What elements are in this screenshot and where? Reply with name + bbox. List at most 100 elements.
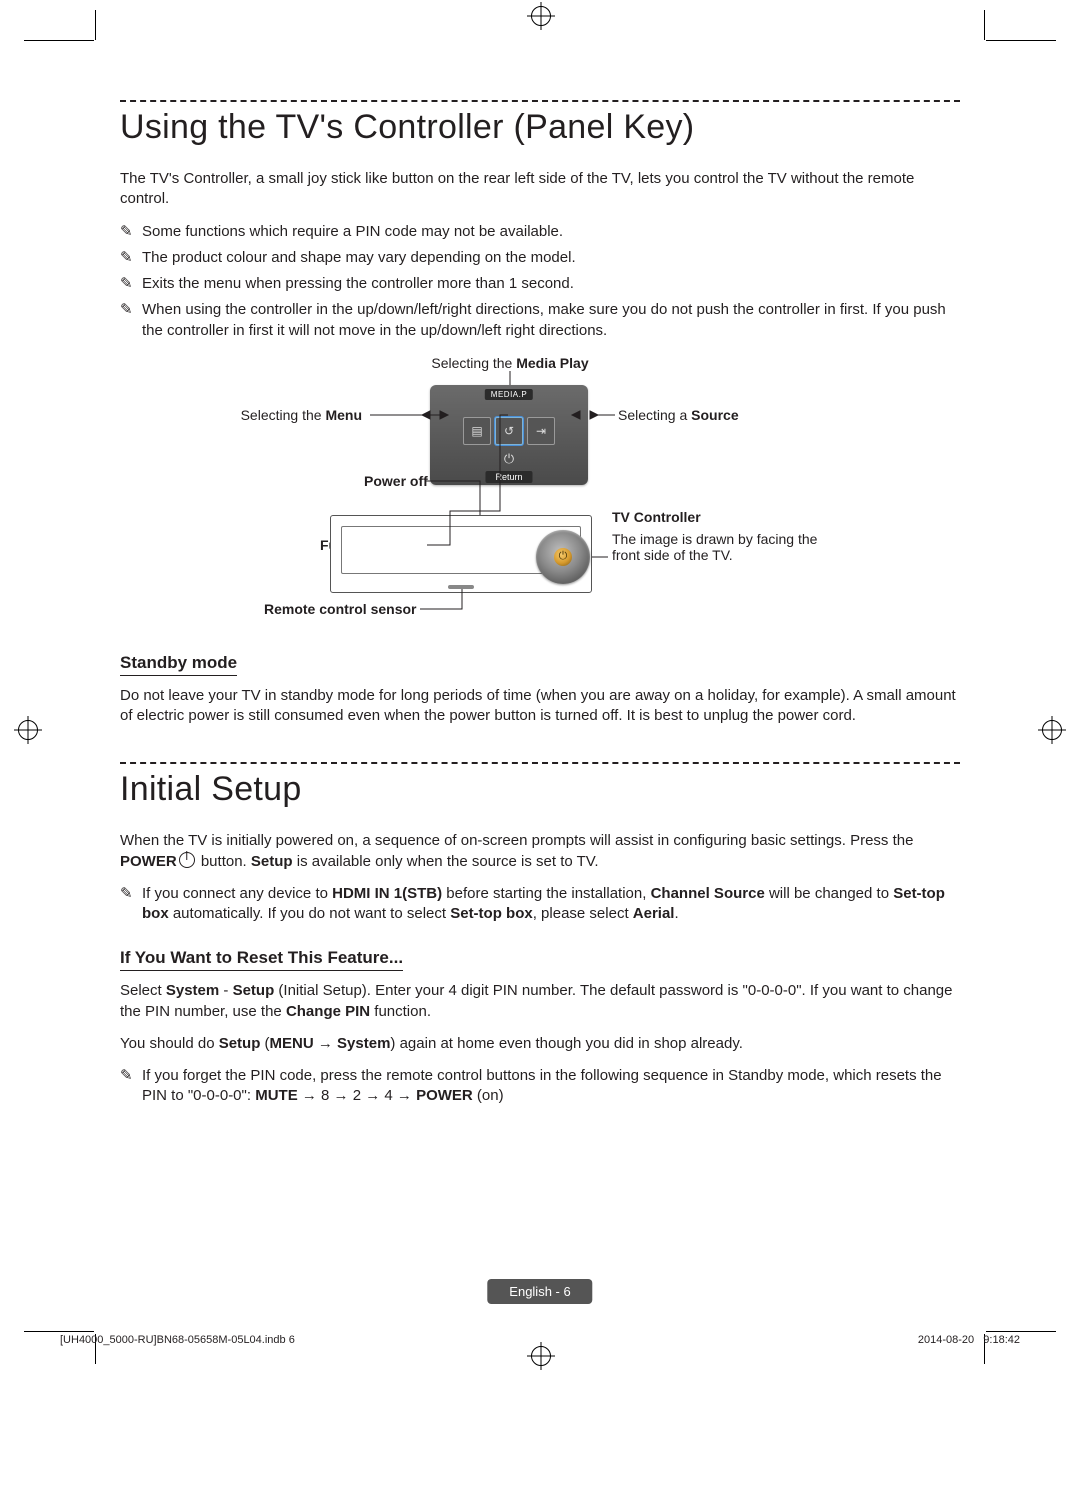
footer-time: 9:18:42 [983,1334,1020,1346]
label-remote-sensor: Remote control sensor [264,601,416,617]
text: ) again at home even though you did in s… [390,1035,742,1052]
page-content: Using the TV's Controller (Panel Key) Th… [120,100,960,1113]
text-bold: Channel Source [651,885,765,902]
text-bold: Setup [219,1035,261,1052]
label-menu: Selecting the Menu [202,407,362,423]
text: When the TV is initially powered on, a s… [120,832,913,849]
label-power-off: Power off [364,473,428,489]
divider [120,100,960,102]
registration-mark-bottom [531,1346,551,1366]
footer-meta: [UH4000_5000-RU]BN68-05658M-05L04.indb 6… [60,1334,1020,1346]
power-icon [179,852,195,868]
controller-diagram: Selecting the Media Play Selecting the M… [120,355,960,625]
note-text: Exits the menu when pressing the control… [142,274,574,294]
osd-power-icon: ⏻ [504,451,514,467]
footer-page-label: English - 6 [487,1279,592,1304]
note-text: Some functions which require a PIN code … [142,222,563,242]
note-text: When using the controller in the up/down… [142,300,960,341]
label-text-bold: Media Play [516,355,588,371]
text: before starting the installation, [442,885,650,902]
note-item: ✎ If you forget the PIN code, press the … [120,1066,960,1107]
standby-paragraph: Do not leave your TV in standby mode for… [120,686,960,727]
text-bold: Set-top box [450,905,533,922]
label-media-play: Selecting the Media Play [410,355,610,371]
text: Select [120,982,166,999]
osd-source-icon: ⇥ [527,417,555,445]
power-icon: ⏻ [554,548,572,566]
footer-date: 2014-08-20 [918,1334,974,1346]
divider [120,762,960,764]
text-bold: MENU → System [270,1035,391,1052]
text: ( [260,1035,269,1052]
text: is available only when the source is set… [293,853,599,870]
crop-mark [95,10,96,40]
note-item: ✎The product colour and shape may vary d… [120,248,960,268]
crop-mark [984,10,985,40]
label-text: Selecting the [431,355,516,371]
reset-paragraph-2: You should do Setup (MENU → System) agai… [120,1034,960,1054]
section-heading-initial-setup: Initial Setup [120,770,960,809]
registration-mark-top [531,6,551,26]
remote-sensor-graphic [448,585,474,589]
note-item: ✎ If you connect any device to HDMI IN 1… [120,884,960,925]
note-icon: ✎ [120,1066,142,1107]
registration-mark-right [1042,720,1062,740]
text: function. [370,1003,431,1020]
osd-menu: MEDIA.P ▤ ↺ ⇥ ⏻ Return [430,385,588,485]
text-bold: Setup [233,982,275,999]
controller-joystick: ⏻ [536,530,590,584]
text: You should do [120,1035,219,1052]
note-text: The product colour and shape may vary de… [142,248,576,268]
text: (on) [473,1087,504,1104]
note-item: ✎Exits the menu when pressing the contro… [120,274,960,294]
note-text: If you forget the PIN code, press the re… [142,1066,960,1107]
crop-mark [986,40,1056,41]
section-heading-controller: Using the TV's Controller (Panel Key) [120,108,960,147]
osd-return-icon: ↺ [495,417,523,445]
text-bold: MUTE [255,1087,298,1104]
text: will be changed to [765,885,893,902]
osd-menu-icon: ▤ [463,417,491,445]
text-bold: HDMI IN 1(STB) [332,885,442,902]
crop-mark [986,1331,1056,1332]
crop-mark [24,1331,94,1332]
text-bold: Change PIN [286,1003,370,1020]
label-text-bold: Source [691,407,738,423]
note-list: ✎Some functions which require a PIN code… [120,222,960,341]
text-bold: POWER [120,853,177,870]
osd-icon-row: ▤ ↺ ⇥ [463,417,555,445]
crop-mark [24,40,94,41]
tv-controller-note: The image is drawn by facing the front s… [612,531,832,563]
text: , please select [533,905,633,922]
text: . [674,905,678,922]
note-icon: ✎ [120,300,142,341]
note-icon: ✎ [120,274,142,294]
label-text-bold: Menu [325,407,362,423]
note-item: ✎When using the controller in the up/dow… [120,300,960,341]
reset-paragraph-1: Select System - Setup (Initial Setup). E… [120,981,960,1022]
text: → 8 → 2 → 4 → [298,1087,416,1104]
intro-paragraph: The TV's Controller, a small joy stick l… [120,169,960,210]
text: - [219,982,232,999]
text-bold: Setup [251,853,293,870]
note-text: If you connect any device to HDMI IN 1(S… [142,884,960,925]
registration-mark-left [18,720,38,740]
label-text: Selecting the [241,407,326,423]
note-item: ✎Some functions which require a PIN code… [120,222,960,242]
section-initial-setup: Initial Setup When the TV is initially p… [120,762,960,1106]
note-icon: ✎ [120,884,142,925]
text: If you connect any device to [142,885,332,902]
footer-filename: [UH4000_5000-RU]BN68-05658M-05L04.indb 6 [60,1334,295,1346]
label-tv-controller: TV Controller [612,509,701,525]
subheading-reset: If You Want to Reset This Feature... [120,948,403,971]
note-icon: ✎ [120,222,142,242]
initial-setup-paragraph: When the TV is initially powered on, a s… [120,831,960,872]
osd-return-badge: Return [485,471,532,483]
subheading-standby: Standby mode [120,653,237,676]
osd-top-badge: MEDIA.P [485,389,533,400]
label-source: Selecting a Source [618,407,739,423]
note-icon: ✎ [120,248,142,268]
label-text: Selecting a [618,407,691,423]
text-bold: Aerial [633,905,675,922]
text: button. [197,853,251,870]
